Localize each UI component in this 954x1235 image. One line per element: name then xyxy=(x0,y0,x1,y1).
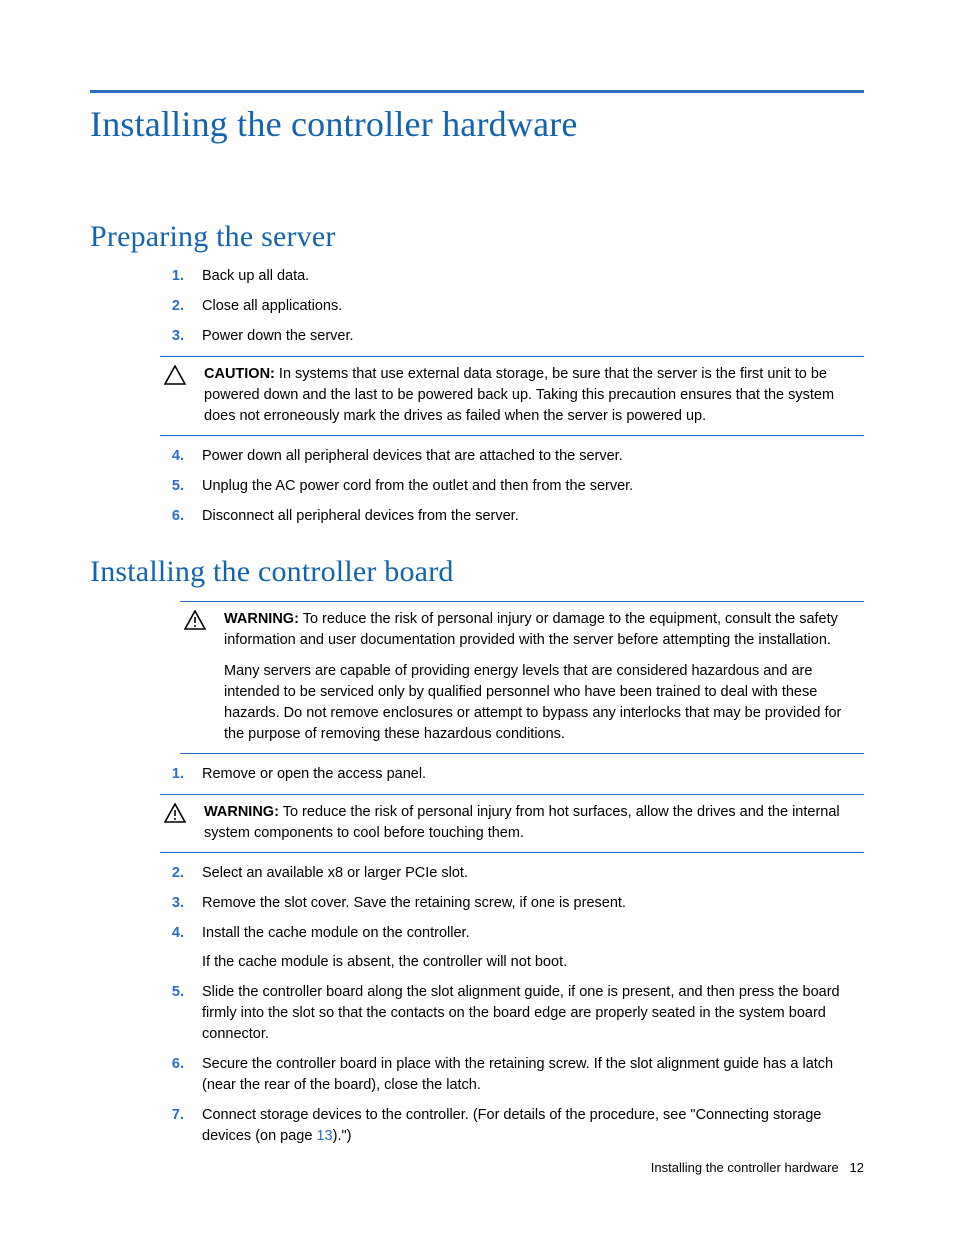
top-rule xyxy=(90,90,864,93)
footer-text: Installing the controller hardware xyxy=(651,1160,839,1175)
caution-box: CAUTION: In systems that use external da… xyxy=(160,356,864,436)
page-title: Installing the controller hardware xyxy=(90,103,864,145)
section-installing: Installing the controller board WARNING:… xyxy=(90,555,864,1147)
list-item: 3. Power down the server. xyxy=(160,326,864,347)
list-number: 3. xyxy=(160,893,184,914)
list-text: Back up all data. xyxy=(202,266,864,287)
list-text: Remove or open the access panel. xyxy=(202,764,864,785)
list-number: 4. xyxy=(160,923,184,944)
page-ref-link[interactable]: 13 xyxy=(316,1128,332,1144)
warning-box: WARNING: To reduce the risk of personal … xyxy=(160,794,864,853)
list-text: Install the cache module on the controll… xyxy=(202,923,864,973)
list-text: Disconnect all peripheral devices from t… xyxy=(202,506,864,527)
warning-text: Many servers are capable of providing en… xyxy=(224,661,864,745)
list-item: 3. Remove the slot cover. Save the retai… xyxy=(160,893,864,914)
warning-text: To reduce the risk of personal injury fr… xyxy=(204,804,840,841)
list-item: 2. Select an available x8 or larger PCIe… xyxy=(160,863,864,884)
warning-body: WARNING: To reduce the risk of personal … xyxy=(224,609,864,745)
list-text-part: ).") xyxy=(333,1128,352,1144)
list-number: 4. xyxy=(160,446,184,467)
list-text: Connect storage devices to the controlle… xyxy=(202,1105,864,1147)
caution-body: CAUTION: In systems that use external da… xyxy=(204,364,864,427)
list-text-main: Install the cache module on the controll… xyxy=(202,925,470,941)
list-item: 6. Disconnect all peripheral devices fro… xyxy=(160,506,864,527)
caution-text: In systems that use external data storag… xyxy=(204,366,834,424)
footer: Installing the controller hardware 12 xyxy=(651,1160,864,1175)
list-text: Close all applications. xyxy=(202,296,864,317)
list-text: Power down all peripheral devices that a… xyxy=(202,446,864,467)
list-text: Select an available x8 or larger PCIe sl… xyxy=(202,863,864,884)
list-item: 5. Slide the controller board along the … xyxy=(160,982,864,1045)
warning-label: WARNING: xyxy=(204,804,279,820)
heading-preparing: Preparing the server xyxy=(90,220,864,254)
warning-text: To reduce the risk of personal injury or… xyxy=(224,611,838,648)
list-item: 7. Connect storage devices to the contro… xyxy=(160,1105,864,1147)
footer-page: 12 xyxy=(850,1160,864,1175)
caution-label: CAUTION: xyxy=(204,366,275,382)
heading-installing: Installing the controller board xyxy=(90,555,864,589)
list-text: Secure the controller board in place wit… xyxy=(202,1054,864,1096)
list-text: Remove the slot cover. Save the retainin… xyxy=(202,893,864,914)
prep-list: 1. Back up all data. 2. Close all applic… xyxy=(90,266,864,527)
list-number: 7. xyxy=(160,1105,184,1126)
list-item: 4. Power down all peripheral devices tha… xyxy=(160,446,864,467)
list-number: 6. xyxy=(160,506,184,527)
warning-body: WARNING: To reduce the risk of personal … xyxy=(204,802,864,844)
list-number: 3. xyxy=(160,326,184,347)
list-text: Unplug the AC power cord from the outlet… xyxy=(202,476,864,497)
list-item: 1. Remove or open the access panel. xyxy=(160,764,864,785)
list-number: 6. xyxy=(160,1054,184,1075)
list-number: 5. xyxy=(160,476,184,497)
list-subtext: If the cache module is absent, the contr… xyxy=(202,952,864,973)
caution-icon xyxy=(160,364,190,385)
list-number: 1. xyxy=(160,764,184,785)
list-item: 4. Install the cache module on the contr… xyxy=(160,923,864,973)
warning-label: WARNING: xyxy=(224,611,299,627)
section-preparing: Preparing the server 1. Back up all data… xyxy=(90,220,864,527)
list-number: 2. xyxy=(160,863,184,884)
list-item: 2. Close all applications. xyxy=(160,296,864,317)
list-text: Slide the controller board along the slo… xyxy=(202,982,864,1045)
list-number: 2. xyxy=(160,296,184,317)
list-number: 5. xyxy=(160,982,184,1003)
list-item: 6. Secure the controller board in place … xyxy=(160,1054,864,1096)
install-list: 1. Remove or open the access panel. WARN… xyxy=(90,764,864,1147)
list-text-part: Connect storage devices to the controlle… xyxy=(202,1107,821,1144)
warning-icon xyxy=(180,609,210,630)
list-item: 1. Back up all data. xyxy=(160,266,864,287)
list-number: 1. xyxy=(160,266,184,287)
warning-icon xyxy=(160,802,190,823)
list-text: Power down the server. xyxy=(202,326,864,347)
warning-box: WARNING: To reduce the risk of personal … xyxy=(180,601,864,754)
list-item: 5. Unplug the AC power cord from the out… xyxy=(160,476,864,497)
